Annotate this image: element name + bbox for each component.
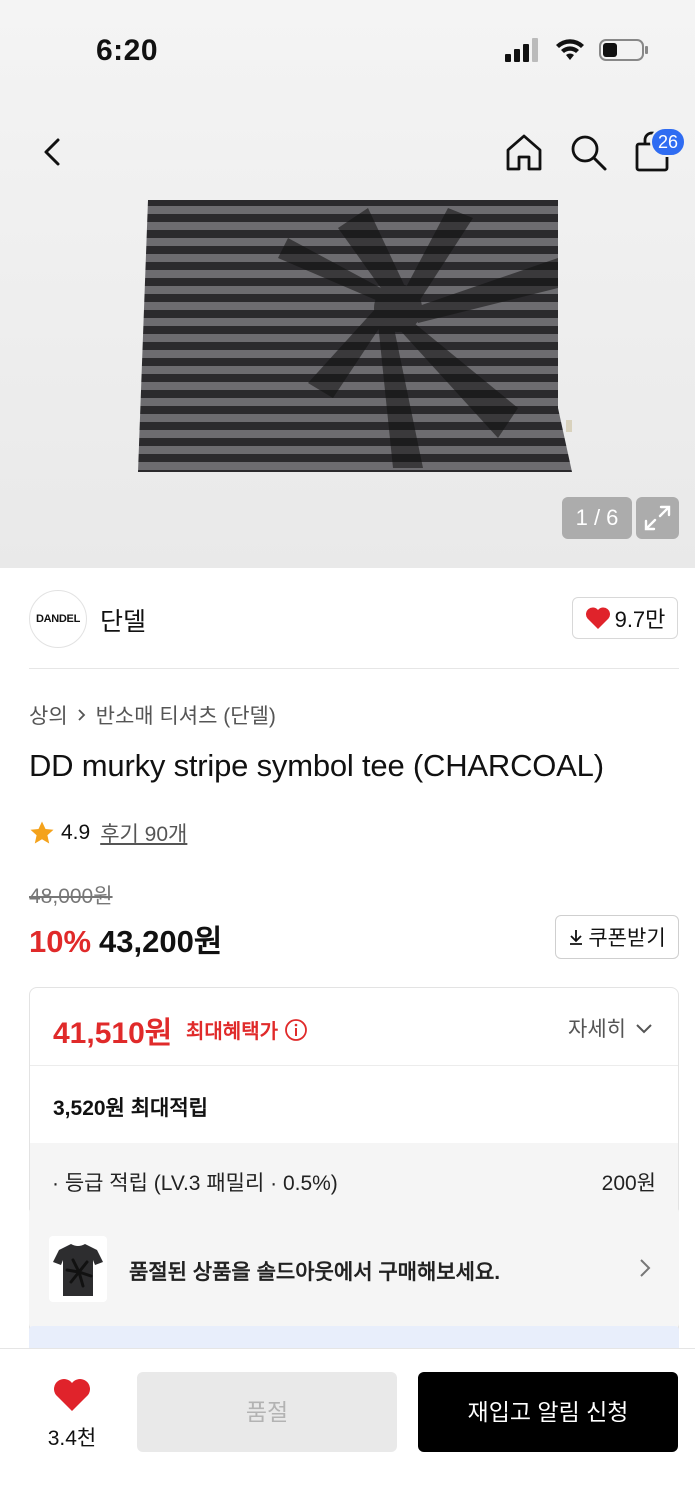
status-time: 6:20 [96,34,159,67]
max-benefit-price: 41,510원 [53,1017,173,1050]
product-image[interactable] [138,198,572,472]
divider [29,668,679,669]
download-icon [570,930,583,945]
back-icon[interactable] [30,130,74,174]
brand-name[interactable]: 단델 [100,602,146,638]
star-icon [30,821,54,844]
coupon-label: 쿠폰받기 [588,927,666,950]
search-icon[interactable] [566,130,610,174]
product-title: DD murky stripe symbol tee (CHARCOAL) [29,748,604,783]
restock-alert-button[interactable]: 재입고 알림 신청 [418,1372,678,1452]
wifi-icon [556,39,584,60]
product-gallery[interactable]: 6:20 26 1 / 6 [0,0,695,568]
max-points-title: 3,520원 최대적립 [53,1097,208,1120]
points-row-value: 200원 [601,1172,656,1195]
info-icon[interactable] [284,1018,308,1042]
status-bar: 6:20 [0,0,695,100]
max-benefit-label: 최대혜택가 [186,1015,308,1044]
wish-button[interactable]: 3.4천 [32,1377,112,1452]
original-price: 48,000원 [29,885,113,908]
coupon-button[interactable]: 쿠폰받기 [555,915,679,959]
top-navigation [0,120,695,184]
max-benefit-text: 최대혜택가 [186,1021,278,1043]
home-icon[interactable] [502,130,546,174]
brand-logo[interactable]: DANDEL [29,590,87,648]
breadcrumb-subcategory[interactable]: 반소매 티셔츠 (단델) [96,700,276,730]
detail-toggle[interactable]: 자세히 [568,1013,654,1043]
detail-label: 자세히 [568,1018,626,1041]
benefit-header[interactable]: 41,510원 최대혜택가 자세히 [30,988,678,1066]
heart-filled-icon [54,1379,90,1411]
image-counter: 1 / 6 [562,497,632,539]
discount-rate: 10% [29,924,92,959]
soldout-banner[interactable]: 품절된 상품을 솔드아웃에서 구매해보세요. [29,1208,679,1328]
points-row-label: · 등급 적립 (LV.3 패밀리 · 0.5%) [52,1172,338,1195]
bottom-action-bar: 3.4천 품절 재입고 알림 신청 [0,1348,695,1500]
review-link[interactable]: 후기 90개 [100,818,187,848]
heart-icon [585,607,610,629]
status-icons [505,38,649,62]
cart-count-badge: 26 [650,127,687,157]
points-row: · 등급 적립 (LV.3 패밀리 · 0.5%) 200원 [52,1167,656,1197]
brand-like-button[interactable]: 9.7만 [572,597,678,639]
wish-count: 3.4천 [47,1427,97,1450]
price-row: 10% 43,200원 [29,916,222,961]
chevron-right-icon [78,709,85,721]
soldout-button[interactable]: 품절 [137,1372,397,1452]
soldout-thumbnail [49,1236,107,1302]
breadcrumb-category[interactable]: 상의 [29,700,68,730]
battery-icon [599,39,648,61]
signal-icon [505,38,538,62]
chevron-right-icon [640,1259,651,1277]
rating: 4.9 후기 90개 [29,818,187,848]
chevron-down-icon [636,1024,652,1034]
brand-like-count: 9.7만 [614,607,666,632]
sale-price: 43,200원 [99,924,223,959]
brand-row: DANDEL 단델 9.7만 [0,568,695,668]
rating-value: 4.9 [61,821,91,844]
expand-icon[interactable] [636,497,679,539]
breadcrumb: 상의 반소매 티셔츠 (단델) [29,700,276,730]
soldout-banner-text: 품절된 상품을 솔드아웃에서 구매해보세요. [129,1261,501,1284]
